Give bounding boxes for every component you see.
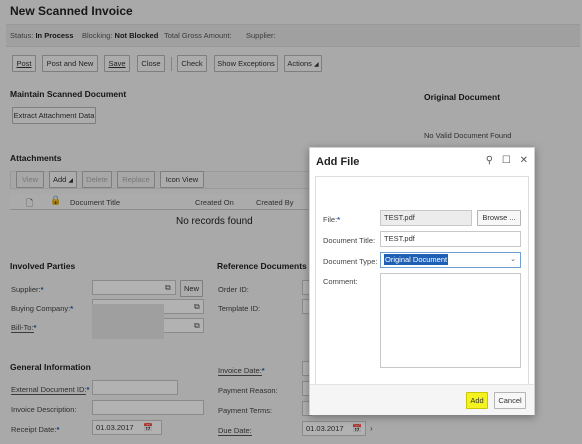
maximize-icon[interactable]: ☐ (502, 155, 511, 166)
comment-textarea[interactable] (380, 273, 521, 368)
document-type-label: Document Type: (323, 257, 378, 266)
file-input[interactable]: TEST.pdf (380, 210, 472, 226)
dialog-footer: Add Cancel (310, 384, 534, 415)
browse-button[interactable]: Browse ... (477, 210, 521, 226)
chevron-down-icon: ⌄ (510, 256, 516, 263)
document-type-value: Original Document (384, 254, 449, 265)
wrench-icon[interactable]: ⚲ (486, 155, 493, 166)
dialog-title: Add File (316, 156, 360, 168)
add-button[interactable]: Add (466, 392, 488, 409)
close-icon[interactable]: ✕ (520, 155, 528, 166)
dialog-body: File:* TEST.pdf Browse ... Document Titl… (315, 176, 529, 386)
file-label: File:* (323, 215, 341, 224)
dialog-window-controls: ⚲ ☐ ✕ (480, 155, 528, 166)
comment-label: Comment: (323, 277, 358, 286)
document-type-select[interactable]: Original Document ⌄ (380, 252, 521, 268)
add-file-dialog: Add File ⚲ ☐ ✕ File:* TEST.pdf Browse ..… (309, 147, 535, 415)
cancel-button[interactable]: Cancel (494, 392, 526, 409)
document-title-input[interactable]: TEST.pdf (380, 231, 521, 247)
document-title-label: Document Title: (323, 236, 376, 245)
